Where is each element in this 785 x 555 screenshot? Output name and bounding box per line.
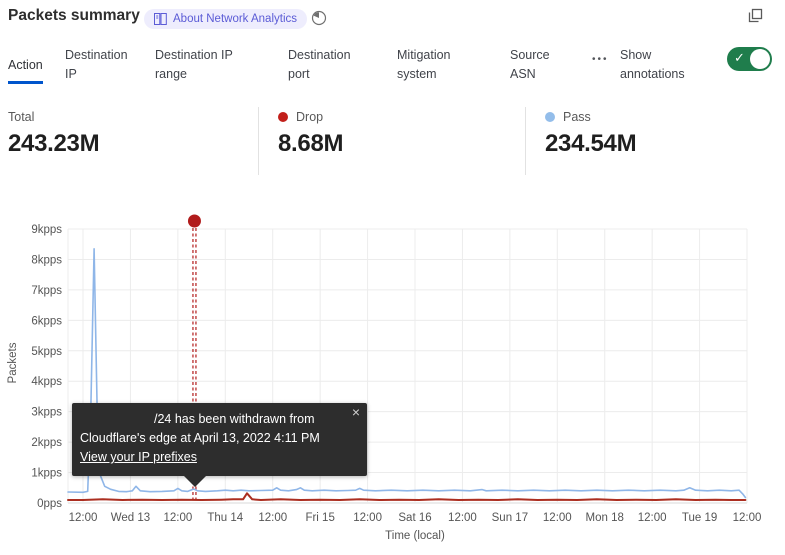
svg-text:Packets: Packets: [7, 342, 19, 383]
annotation-message: /24 has been withdrawn from Cloudflare's…: [80, 410, 357, 448]
svg-text:Sat 16: Sat 16: [398, 512, 431, 524]
stat-value: 243.23M: [8, 130, 99, 158]
tooltip-caret: [184, 476, 206, 487]
tab-destination-ip[interactable]: Destination IP: [65, 46, 137, 84]
popout-icon[interactable]: [748, 8, 763, 28]
stat-pass: Pass 234.54M: [545, 110, 636, 158]
svg-text:Tue 19: Tue 19: [682, 512, 717, 524]
stat-value: 8.68M: [278, 130, 343, 158]
svg-text:6kpps: 6kpps: [31, 315, 62, 327]
svg-text:12:00: 12:00: [258, 512, 287, 524]
stat-total: Total 243.23M: [8, 110, 99, 158]
svg-text:12:00: 12:00: [448, 512, 477, 524]
svg-text:Wed 13: Wed 13: [111, 512, 150, 524]
svg-text:12:00: 12:00: [543, 512, 572, 524]
show-annotations-toggle[interactable]: ✓: [727, 47, 772, 71]
stat-label: Pass: [563, 110, 591, 124]
about-network-analytics-badge[interactable]: About Network Analytics: [144, 9, 307, 29]
svg-text:Fri 15: Fri 15: [305, 512, 334, 524]
close-icon[interactable]: ×: [352, 405, 360, 419]
time-period-icon[interactable]: [311, 10, 327, 31]
svg-text:12:00: 12:00: [163, 512, 192, 524]
tab-destination-port[interactable]: Destination port: [288, 46, 364, 84]
stat-label: Drop: [296, 110, 323, 124]
book-icon: [154, 13, 167, 25]
drop-legend-dot: [278, 112, 288, 122]
pass-legend-dot: [545, 112, 555, 122]
packets-summary-panel: Packets summary About Network Analytics …: [0, 0, 785, 555]
svg-text:12:00: 12:00: [733, 512, 762, 524]
svg-text:Mon 18: Mon 18: [586, 512, 624, 524]
svg-text:5kpps: 5kpps: [31, 346, 62, 358]
svg-text:12:00: 12:00: [638, 512, 667, 524]
svg-text:9kpps: 9kpps: [31, 224, 62, 236]
stat-divider: [525, 107, 526, 175]
badge-label: About Network Analytics: [173, 13, 297, 25]
check-icon: ✓: [734, 50, 745, 66]
svg-text:7kpps: 7kpps: [31, 285, 62, 297]
tab-source-asn[interactable]: Source ASN: [510, 46, 558, 84]
page-title: Packets summary: [8, 7, 140, 25]
show-annotations-label: Show annotations: [620, 46, 700, 84]
view-ip-prefixes-link[interactable]: View your IP prefixes: [80, 450, 197, 464]
svg-text:Thu 14: Thu 14: [207, 512, 243, 524]
svg-text:2kpps: 2kpps: [31, 437, 62, 449]
packets-chart[interactable]: 0pps 1kpps 2kpps 3kpps 4kpps 5kpps 6kpps 7kpps 8…: [0, 205, 785, 555]
svg-text:12:00: 12:00: [69, 512, 98, 524]
svg-text:Time (local): Time (local): [385, 530, 445, 542]
tab-destination-ip-range[interactable]: Destination IP range: [155, 46, 247, 84]
tab-mitigation-system[interactable]: Mitigation system: [397, 46, 467, 84]
annotation-tooltip: × /24 has been withdrawn from Cloudflare…: [72, 403, 367, 476]
stat-drop: Drop 8.68M: [278, 110, 343, 158]
svg-text:3kpps: 3kpps: [31, 407, 62, 419]
svg-text:1kpps: 1kpps: [31, 468, 62, 480]
tab-action[interactable]: Action: [8, 56, 43, 84]
svg-text:12:00: 12:00: [353, 512, 382, 524]
toggle-knob: [750, 49, 770, 69]
stat-value: 234.54M: [545, 130, 636, 158]
svg-text:8kpps: 8kpps: [31, 254, 62, 266]
more-tabs-icon[interactable]: •••: [592, 54, 609, 65]
stat-divider: [258, 107, 259, 175]
stat-label: Total: [8, 110, 34, 124]
packets-chart-svg[interactable]: 0pps 1kpps 2kpps 3kpps 4kpps 5kpps 6kpps 7kpps 8…: [0, 205, 785, 555]
svg-text:4kpps: 4kpps: [31, 376, 62, 388]
svg-text:0pps: 0pps: [37, 498, 62, 510]
svg-text:Sun 17: Sun 17: [492, 512, 528, 524]
